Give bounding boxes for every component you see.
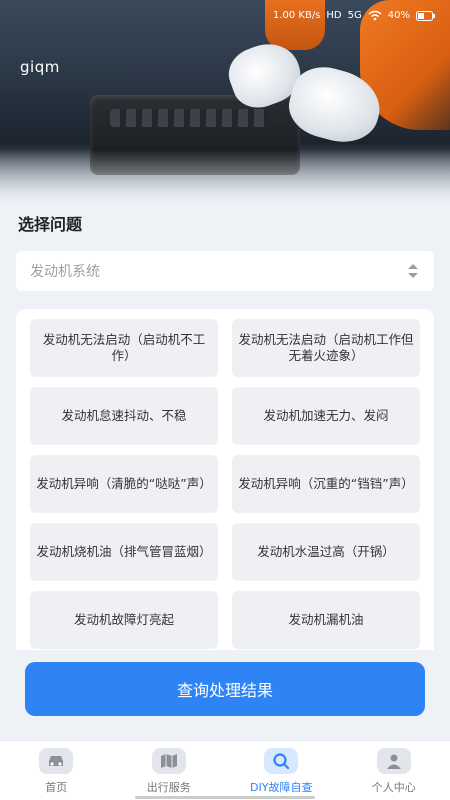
problem-option[interactable]: 发动机异响（清脆的“哒哒”声）: [30, 455, 218, 513]
tab-label: 出行服务: [146, 781, 191, 794]
brand-label: giqm: [20, 58, 60, 76]
sort-arrows-icon: [408, 264, 418, 278]
battery-icon: [416, 10, 435, 21]
wifi-icon: [368, 10, 382, 21]
problem-option[interactable]: 发动机加速无力、发闷: [232, 387, 420, 445]
status-icons: 1.00 KB/s HD 5G 40%: [273, 10, 436, 21]
search-icon: [264, 748, 299, 774]
problem-option[interactable]: 发动机烧机油（排气管冒蓝烟）: [30, 523, 218, 581]
problem-option[interactable]: 发动机漏机油: [232, 591, 420, 649]
tab-diy[interactable]: DIY故障自查: [225, 741, 338, 800]
options-grid: 发动机无法启动（启动机不工作） 发动机无法启动（启动机工作但无着火迹象） 发动机…: [30, 319, 420, 649]
car-icon: [39, 748, 74, 774]
hero-fade: [0, 150, 450, 205]
section-title: 选择问题: [18, 215, 83, 234]
query-results-button[interactable]: 查询处理结果: [25, 662, 425, 716]
tab-label: 个人中心: [371, 781, 416, 794]
map-icon: [151, 748, 186, 774]
tab-label: 首页: [45, 781, 68, 794]
net-speed: 1.00 KB/s: [272, 10, 321, 21]
tab-label: DIY故障自查: [250, 781, 313, 794]
tab-profile[interactable]: 个人中心: [338, 741, 450, 800]
problem-option[interactable]: 发动机水温过高（开锅）: [232, 523, 420, 581]
problem-option[interactable]: 发动机故障灯亮起: [30, 591, 218, 649]
system-select[interactable]: 发动机系统: [16, 251, 434, 291]
tab-home[interactable]: 首页: [0, 741, 113, 800]
problem-option[interactable]: 发动机异响（沉重的“铛铛”声）: [232, 455, 420, 513]
battery-label: 40%: [387, 10, 410, 21]
signal-label: 5G: [347, 10, 362, 21]
bottom-tab-bar: 首页 出行服务 DIY故障自查 个人中心: [0, 740, 450, 800]
tab-travel[interactable]: 出行服务: [113, 741, 226, 800]
status-bar: 1.00 KB/s HD 5G 40%: [0, 0, 450, 36]
hd-badge: HD: [326, 10, 342, 21]
options-panel: 发动机无法启动（启动机不工作） 发动机无法启动（启动机工作但无着火迹象） 发动机…: [16, 309, 434, 650]
home-indicator: [135, 796, 315, 799]
problem-option[interactable]: 发动机无法启动（启动机不工作）: [30, 319, 218, 377]
problem-option[interactable]: 发动机无法启动（启动机工作但无着火迹象）: [232, 319, 420, 377]
select-placeholder: 发动机系统: [30, 264, 100, 280]
user-icon: [376, 748, 411, 774]
problem-option[interactable]: 发动机怠速抖动、不稳: [30, 387, 218, 445]
